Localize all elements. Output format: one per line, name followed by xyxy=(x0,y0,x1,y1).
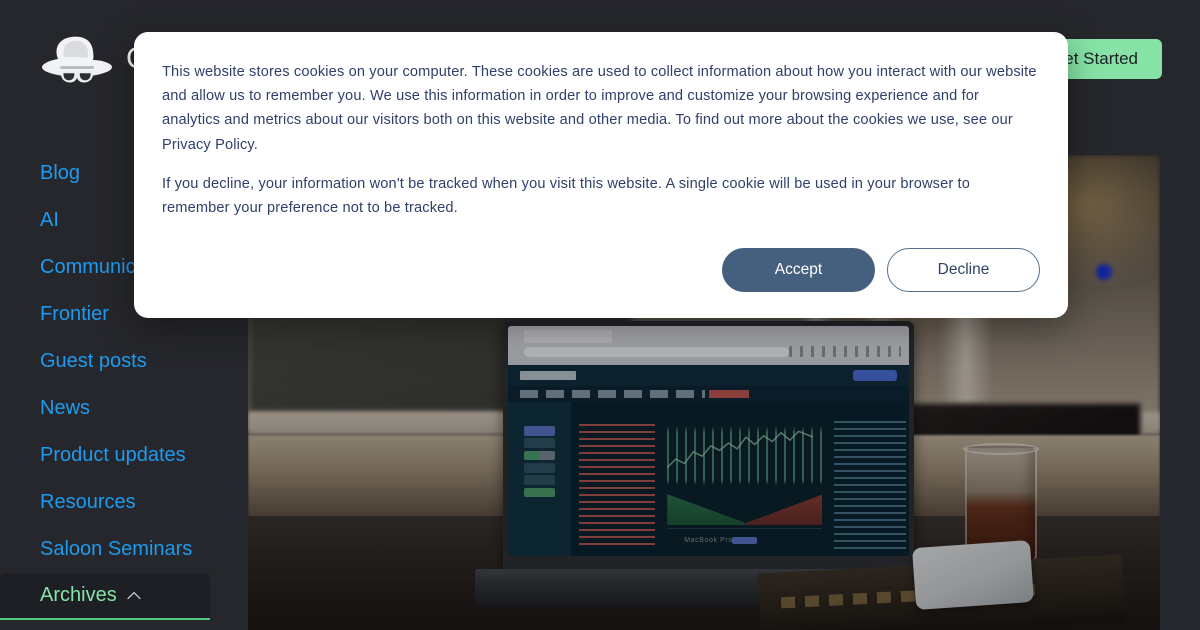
cookie-actions: Accept Decline xyxy=(162,248,1040,293)
sidebar-item-saloon-seminars[interactable]: Saloon Seminars xyxy=(0,526,210,573)
cowboy-hat-sunglasses-icon xyxy=(42,36,112,83)
chevron-up-icon xyxy=(127,591,141,600)
sidebar-item-resources[interactable]: Resources xyxy=(0,479,210,526)
accept-cookies-button[interactable]: Accept xyxy=(722,248,875,293)
sidebar-item-product-updates[interactable]: Product updates xyxy=(0,432,210,479)
cookie-consent-banner: This website stores cookies on your comp… xyxy=(134,32,1068,319)
sidebar-item-label: Archives xyxy=(40,584,117,606)
sidebar-item-archives[interactable]: Archives xyxy=(0,573,210,620)
cookie-paragraph-1: This website stores cookies on your comp… xyxy=(162,64,1037,153)
sidebar-item-guest-posts[interactable]: Guest posts xyxy=(0,338,210,385)
decline-cookies-button[interactable]: Decline xyxy=(887,248,1040,293)
cookie-paragraph-2: If you decline, your information won't b… xyxy=(162,175,971,217)
sidebar-item-news[interactable]: News xyxy=(0,385,210,432)
page-root: Gunslinger Get Started Blog AI Communica… xyxy=(0,0,1200,630)
